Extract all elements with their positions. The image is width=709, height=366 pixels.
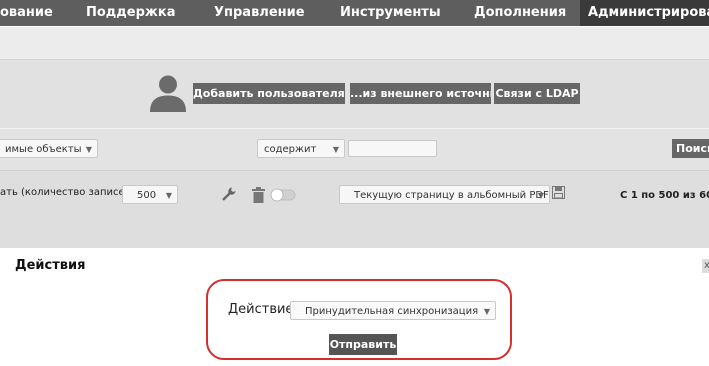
action-label: Действие [228, 302, 294, 317]
records-count-select[interactable]: 500 ▼ [122, 185, 178, 204]
search-button[interactable]: Поиск [672, 139, 709, 158]
visible-objects-value: имые объекты [5, 144, 82, 155]
nav-item-administration[interactable]: Администрирова... [580, 0, 709, 26]
toggle-switch[interactable] [270, 188, 296, 202]
list-controls [0, 170, 709, 249]
save-icon[interactable] [552, 186, 565, 199]
add-from-external-source-button[interactable]: ...из внешнего источника [350, 83, 491, 104]
nav-item-first[interactable]: ование [0, 0, 80, 26]
wrench-icon[interactable] [221, 186, 237, 202]
condition-select[interactable]: содержит ▼ [257, 139, 345, 158]
chevron-down-icon: ▼ [332, 145, 339, 154]
condition-value: содержит [264, 144, 317, 155]
nav-item-management[interactable]: Управление [214, 0, 332, 26]
submit-button[interactable]: Отправить [329, 334, 397, 355]
search-input[interactable] [348, 140, 437, 157]
pagination-info: С 1 по 500 из 605 [620, 190, 709, 201]
nav-item-tools[interactable]: Инструменты [340, 0, 470, 26]
export-format-value: Текущую страницу в альбомный PDF [354, 190, 549, 201]
trash-icon[interactable] [251, 187, 266, 204]
chevron-down-icon: ▼ [537, 191, 544, 200]
nav-item-addons[interactable]: Дополнения [474, 0, 578, 26]
add-user-button[interactable]: Добавить пользователя ... [193, 83, 345, 104]
action-value: Принудительная синхронизация [305, 306, 479, 317]
top-navigation: ование Поддержка Управление Инструменты … [0, 0, 709, 26]
chevron-down-icon: ▼ [85, 145, 92, 154]
chevron-down-icon: ▼ [165, 191, 172, 200]
subheader-band [0, 26, 709, 60]
action-select[interactable]: Принудительная синхронизация ▼ [290, 301, 496, 320]
nav-item-support[interactable]: Поддержка [86, 0, 206, 26]
ldap-links-button[interactable]: Связи с LDAP [494, 83, 580, 104]
visible-objects-select[interactable]: имые объекты ▼ [0, 139, 98, 158]
export-format-select[interactable]: Текущую страницу в альбомный PDF ▼ [339, 185, 550, 204]
actions-panel-title: Действия [15, 258, 86, 273]
records-count-label: ать (количество записей) [0, 187, 136, 198]
chevron-down-icon: ▼ [483, 307, 490, 316]
close-icon[interactable]: x [702, 259, 709, 273]
records-count-value: 500 [137, 190, 157, 201]
user-avatar-icon [150, 75, 186, 112]
